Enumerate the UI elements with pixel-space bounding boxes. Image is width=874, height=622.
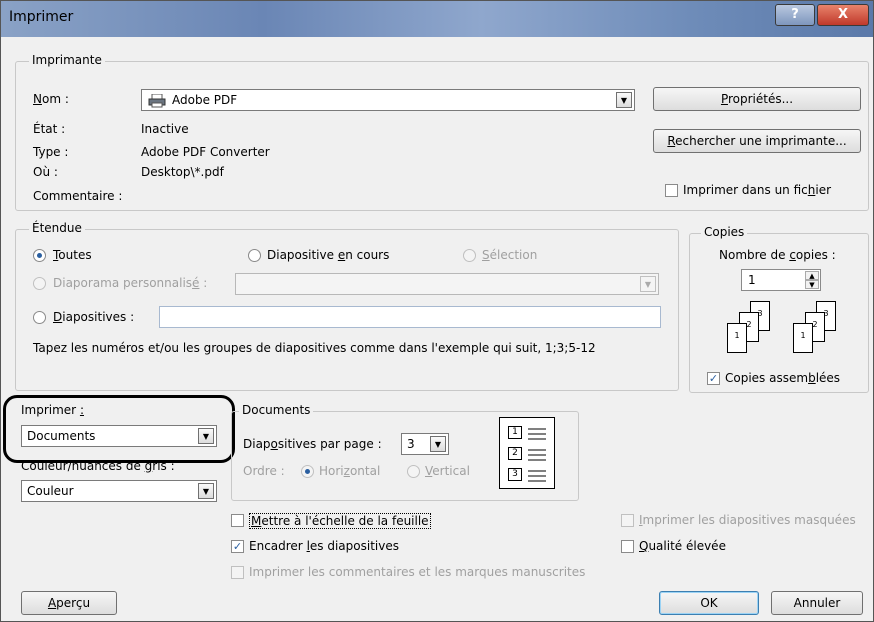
print-comments-label: Imprimer les commentaires et les marques…	[249, 565, 586, 579]
horizontal-label: Horizontal	[319, 464, 381, 478]
comment-label: Commentaire :	[33, 189, 123, 203]
current-slide-label: Diapositive en cours	[267, 248, 390, 262]
copies-count-value: 1	[748, 273, 756, 287]
slides-label: Diapositives :	[53, 310, 135, 324]
collate-page-icon: 1	[727, 323, 747, 353]
preview-number: 3	[512, 469, 518, 479]
where-value: Desktop\*.pdf	[141, 165, 224, 179]
current-slide-radio[interactable]	[248, 249, 261, 262]
print-what-select[interactable]: Documents ▼	[21, 425, 217, 447]
print-what-value: Documents	[27, 429, 96, 443]
preview-number: 2	[512, 448, 518, 458]
printer-name-value: Adobe PDF	[172, 93, 238, 107]
collate-checkbox[interactable]: ✓	[707, 372, 720, 385]
high-quality-checkbox[interactable]	[621, 540, 634, 553]
vertical-label: Vertical	[425, 464, 470, 478]
selection-label: Sélection	[482, 248, 538, 262]
spin-up-icon[interactable]: ▲	[805, 271, 819, 280]
color-select[interactable]: Couleur ▼	[21, 480, 217, 502]
title-bar: Imprimer ? X	[1, 1, 873, 37]
slides-radio[interactable]	[33, 311, 46, 324]
custom-show-select[interactable]: ▼	[235, 273, 659, 295]
copies-legend: Copies	[701, 225, 748, 239]
horizontal-radio[interactable]	[301, 465, 314, 478]
high-quality-label: Qualité élevée	[639, 539, 726, 553]
page-number: 1	[800, 331, 806, 340]
frame-slides-checkbox[interactable]: ✓	[231, 540, 244, 553]
page-number: 2	[812, 320, 818, 329]
scale-to-page-checkbox[interactable]	[231, 514, 244, 527]
chevron-down-icon: ▼	[616, 92, 632, 108]
chevron-down-icon: ▼	[198, 483, 214, 499]
print-dialog: Imprimer ? X Imprimante Nom : Adobe PDF …	[0, 0, 874, 622]
page-number: 2	[746, 320, 752, 329]
preview-button[interactable]: Aperçu	[21, 591, 117, 615]
hidden-slides-label: Imprimer les diapositives masquées	[639, 513, 856, 527]
cancel-button[interactable]: Annuler	[771, 591, 863, 615]
printer-select[interactable]: Adobe PDF ▼	[141, 89, 635, 111]
preview-slide: 2	[508, 447, 522, 460]
custom-show-radio[interactable]	[33, 277, 46, 290]
type-label: Type :	[33, 145, 69, 159]
chevron-down-icon: ▼	[640, 276, 656, 292]
print-what-label: Imprimer :	[21, 403, 84, 417]
documents-legend: Documents	[239, 403, 314, 417]
color-value: Couleur	[27, 484, 74, 498]
find-printer-button[interactable]: Rechercher une imprimante...	[653, 129, 861, 153]
frame-slides-label: Encadrer les diapositives	[249, 539, 399, 553]
state-label: État :	[33, 122, 66, 136]
ok-button[interactable]: OK	[659, 591, 759, 615]
page-number: 1	[734, 331, 740, 340]
printer-icon	[148, 93, 166, 108]
hidden-slides-checkbox[interactable]	[621, 514, 634, 527]
preview-slide: 1	[508, 426, 522, 439]
where-label: Où :	[33, 165, 58, 179]
handout-preview: 1 2 3	[499, 417, 555, 489]
type-value: Adobe PDF Converter	[141, 145, 270, 159]
custom-show-label: Diaporama personnalisé :	[53, 276, 208, 290]
all-slides-radio[interactable]	[33, 249, 46, 262]
spin-down-icon[interactable]: ▼	[805, 280, 819, 289]
collate-label: Copies assemblées	[725, 371, 841, 385]
printer-legend: Imprimante	[29, 53, 105, 67]
per-page-select[interactable]: 3 ▼	[401, 433, 449, 455]
preview-lines-icon	[528, 428, 546, 482]
color-label: Couleur/nuances de gris :	[21, 459, 175, 473]
close-button[interactable]: X	[817, 4, 869, 26]
slides-input[interactable]	[159, 306, 661, 328]
selection-radio[interactable]	[463, 249, 476, 262]
range-legend: Étendue	[29, 221, 85, 235]
window-title: Imprimer	[9, 9, 74, 25]
range-hint: Tapez les numéros et/ou les groupes de d…	[33, 341, 596, 355]
chevron-down-icon: ▼	[430, 436, 446, 452]
order-label: Ordre :	[243, 464, 285, 478]
per-page-value: 3	[407, 437, 415, 451]
all-slides-label: Toutes	[53, 248, 92, 262]
collate-page-icon: 1	[793, 323, 813, 353]
properties-button[interactable]: Propriétés...	[653, 87, 861, 111]
preview-slide: 3	[508, 468, 522, 481]
preview-number: 1	[512, 427, 518, 437]
print-to-file-checkbox[interactable]	[665, 184, 678, 197]
per-page-label: Diapositives par page :	[243, 437, 382, 451]
help-icon: ?	[791, 7, 799, 22]
chevron-down-icon: ▼	[198, 428, 214, 444]
help-button[interactable]: ?	[775, 4, 815, 26]
printer-name-label: Nom :	[33, 92, 69, 106]
copies-count-label: Nombre de copies :	[719, 248, 836, 262]
close-icon: X	[837, 7, 849, 22]
print-comments-checkbox[interactable]	[231, 566, 244, 579]
state-value: Inactive	[141, 122, 189, 136]
copies-count-input[interactable]: 1 ▲ ▼	[741, 269, 821, 291]
scale-to-page-label: Mettre à l'échelle de la feuille	[249, 513, 431, 529]
vertical-radio[interactable]	[407, 465, 420, 478]
print-to-file-label: Imprimer dans un fichier	[683, 183, 832, 197]
